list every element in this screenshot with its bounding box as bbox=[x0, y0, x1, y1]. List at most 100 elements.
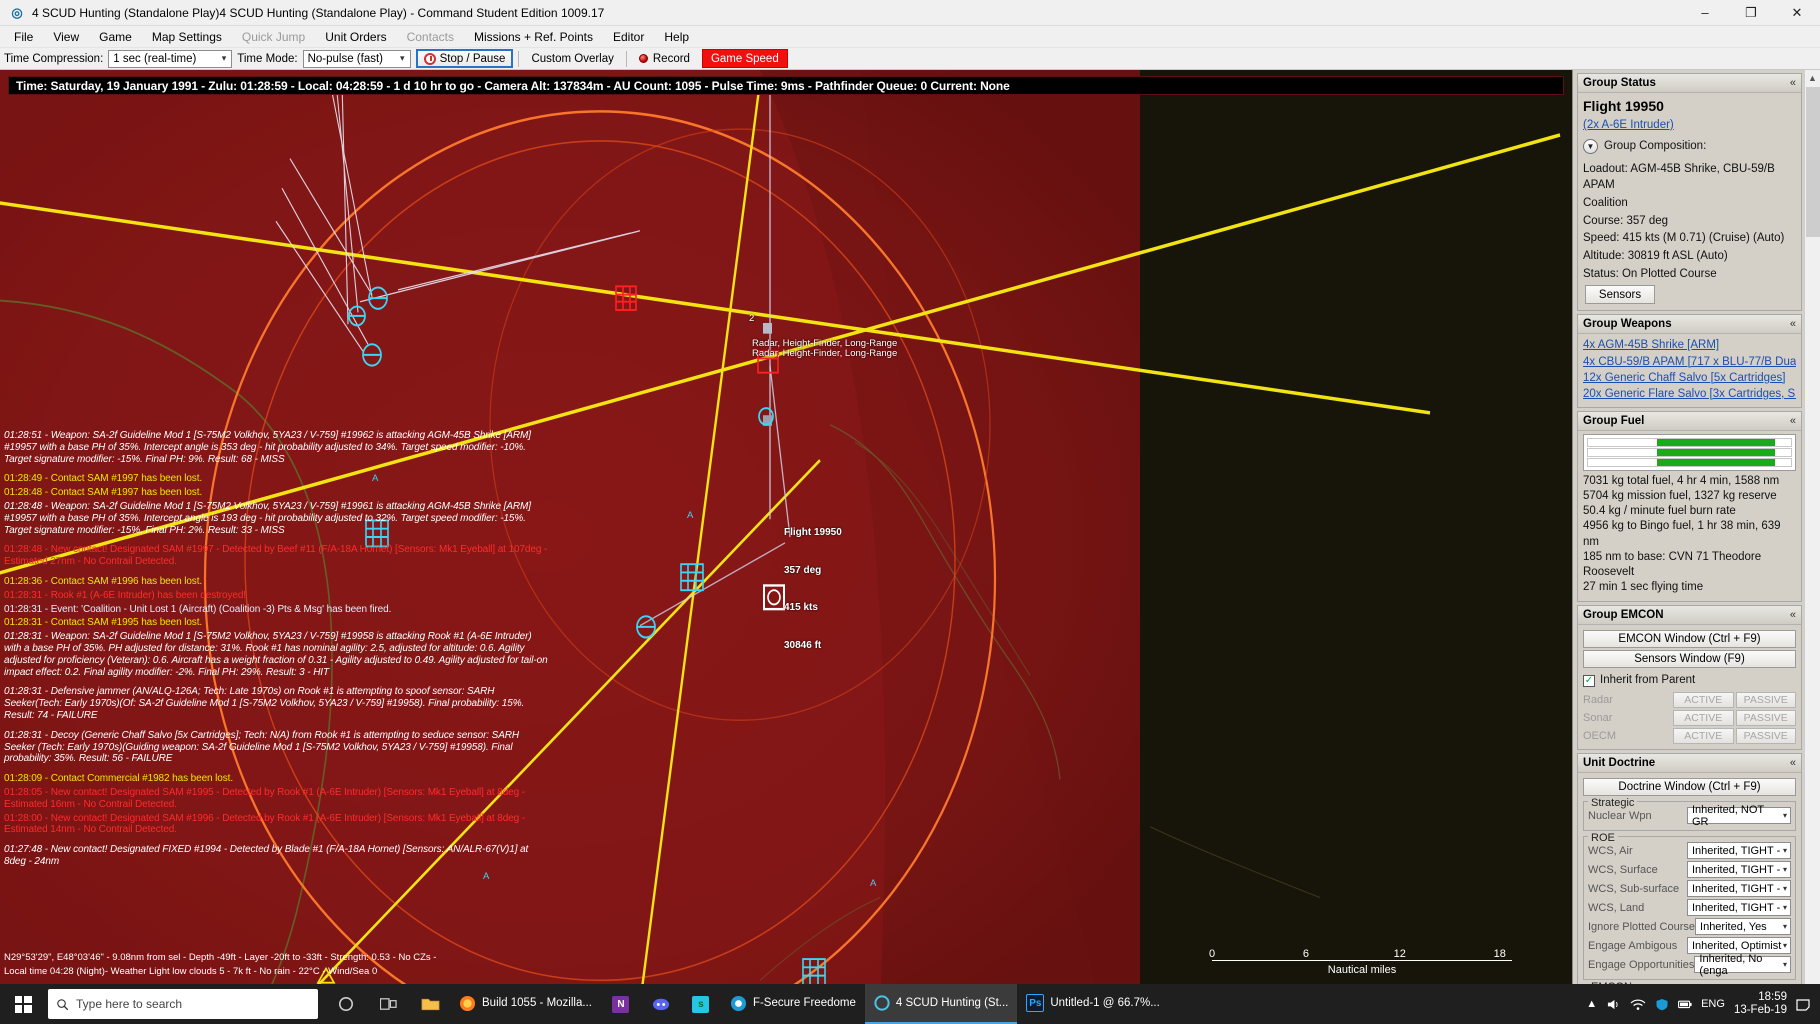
doctrine-select[interactable]: Inherited, No (enga ▾ bbox=[1694, 956, 1791, 973]
custom-overlay-label: Custom Overlay bbox=[531, 53, 613, 65]
emcon-sonar-active[interactable]: ACTIVE bbox=[1673, 710, 1734, 726]
group-composition-row[interactable]: ▼ Group Composition: bbox=[1583, 137, 1796, 156]
emcon-radar-active[interactable]: ACTIVE bbox=[1673, 692, 1734, 708]
tray-chevron-up-icon[interactable]: ▲ bbox=[1586, 998, 1597, 1010]
doctrine-select[interactable]: Inherited, Optimist ▾ bbox=[1687, 937, 1791, 954]
custom-overlay-button[interactable]: Custom Overlay bbox=[524, 49, 620, 68]
emcon-window-button[interactable]: EMCON Window (Ctrl + F9) bbox=[1583, 630, 1796, 648]
loadout-text: Loadout: AGM-45B Shrike, CBU-59/B APAM bbox=[1583, 161, 1796, 194]
inherit-checkbox[interactable]: ✓ bbox=[1583, 675, 1595, 687]
menu-item-missions-ref-points[interactable]: Missions + Ref. Points bbox=[464, 27, 603, 47]
group-fuel-header[interactable]: Group Fuel « bbox=[1578, 412, 1801, 431]
volume-icon[interactable] bbox=[1606, 998, 1621, 1011]
fuel-line: 7031 kg total fuel, 4 hr 4 min, 1588 nm bbox=[1583, 474, 1796, 489]
menu-item-file[interactable]: File bbox=[4, 27, 43, 47]
network-icon[interactable] bbox=[1630, 998, 1646, 1011]
taskbar-item-explorer[interactable] bbox=[410, 984, 450, 1024]
doctrine-row-engage-opportunities[interactable]: Engage Opportunities Inherited, No (enga… bbox=[1588, 956, 1791, 974]
doctrine-row-ignore-plotted-course[interactable]: Ignore Plotted Course Inherited, Yes ▾ bbox=[1588, 918, 1791, 936]
tray-language[interactable]: ENG bbox=[1701, 998, 1725, 1010]
scrollbar-thumb[interactable] bbox=[1806, 87, 1820, 237]
sensors-button[interactable]: Sensors bbox=[1585, 285, 1655, 304]
doctrine-row-wcs-surface[interactable]: WCS, Surface Inherited, TIGHT - ▾ bbox=[1588, 861, 1791, 879]
unit-doctrine-header[interactable]: Unit Doctrine « bbox=[1578, 754, 1801, 773]
collapse-chevron-icon[interactable]: « bbox=[1790, 609, 1796, 621]
taskbar-item-command[interactable]: 4 SCUD Hunting (St... bbox=[865, 984, 1017, 1024]
status-text: Status: On Plotted Course bbox=[1583, 266, 1796, 283]
time-compression-select[interactable]: 1 sec (real-time) ▾ bbox=[108, 50, 232, 68]
collapse-chevron-icon[interactable]: « bbox=[1790, 77, 1796, 89]
doctrine-value: Inherited, TIGHT - bbox=[1692, 845, 1780, 857]
chevron-down-icon: ▾ bbox=[1783, 846, 1790, 855]
weapon-item[interactable]: 4x CBU-59/B APAM [717 x BLU-77/B Dual-Pu… bbox=[1583, 354, 1796, 370]
stop-pause-button[interactable]: Stop / Pause bbox=[416, 49, 514, 68]
emcon-oecm-passive[interactable]: PASSIVE bbox=[1736, 728, 1797, 744]
emcon-grid: Radar ACTIVE PASSIVE Sonar ACTIVE PASSIV… bbox=[1583, 692, 1796, 744]
vpn-shield-icon[interactable] bbox=[1655, 998, 1669, 1011]
coords-line-1: N29°53'29", E48°03'46" - 9.08nm from sel… bbox=[4, 951, 436, 964]
chevron-down-icon: ▾ bbox=[397, 53, 408, 64]
menu-item-game[interactable]: Game bbox=[89, 27, 142, 47]
tactical-map[interactable]: Time: Saturday, 19 January 1991 - Zulu: … bbox=[0, 70, 1572, 1004]
scroll-up-icon[interactable]: ▲ bbox=[1805, 70, 1820, 86]
collapse-chevron-icon[interactable]: « bbox=[1790, 318, 1796, 330]
game-speed-button[interactable]: Game Speed bbox=[702, 49, 788, 68]
weapon-item[interactable]: 4x AGM-45B Shrike [ARM] bbox=[1583, 337, 1796, 353]
taskbar-search-box[interactable]: Type here to search bbox=[48, 989, 318, 1019]
taskbar-item-photoshop[interactable]: Ps Untitled-1 @ 66.7%... bbox=[1017, 984, 1168, 1024]
fieldset-roe: ROE WCS, Air Inherited, TIGHT - ▾ WCS, S… bbox=[1583, 836, 1796, 980]
map-label-marker-a2: A bbox=[687, 510, 693, 522]
weapon-item[interactable]: 12x Generic Chaff Salvo [5x Cartridges] bbox=[1583, 370, 1796, 386]
emcon-sonar-passive[interactable]: PASSIVE bbox=[1736, 710, 1797, 726]
menu-item-help[interactable]: Help bbox=[654, 27, 699, 47]
doctrine-select[interactable]: Inherited, TIGHT - ▾ bbox=[1687, 899, 1791, 916]
group-composition-link[interactable]: (2x A-6E Intruder) bbox=[1583, 117, 1796, 133]
battery-icon[interactable] bbox=[1678, 998, 1692, 1011]
sensors-window-button[interactable]: Sensors Window (F9) bbox=[1583, 650, 1796, 668]
doctrine-row-wcs-sub-surface[interactable]: WCS, Sub-surface Inherited, TIGHT - ▾ bbox=[1588, 880, 1791, 898]
weapon-item[interactable]: 20x Generic Flare Salvo [3x Cartridges, … bbox=[1583, 386, 1796, 402]
taskbar-item-discord[interactable] bbox=[641, 984, 681, 1024]
doctrine-row-nuclear-wpn[interactable]: Nuclear Wpn Inherited, NOT GR ▾ bbox=[1588, 807, 1791, 825]
maximize-button[interactable]: ❐ bbox=[1728, 0, 1774, 26]
menu-item-editor[interactable]: Editor bbox=[603, 27, 654, 47]
start-button[interactable] bbox=[0, 984, 46, 1024]
group-weapons-header[interactable]: Group Weapons « bbox=[1578, 315, 1801, 334]
collapse-chevron-icon[interactable]: « bbox=[1790, 415, 1796, 427]
doctrine-row-wcs-land[interactable]: WCS, Land Inherited, TIGHT - ▾ bbox=[1588, 899, 1791, 917]
doctrine-select[interactable]: Inherited, TIGHT - ▾ bbox=[1687, 880, 1791, 897]
emcon-oecm-active[interactable]: ACTIVE bbox=[1673, 728, 1734, 744]
taskbar-item-s-app[interactable]: s bbox=[681, 984, 721, 1024]
taskbar-item-firefox[interactable]: Build 1055 - Mozilla... bbox=[450, 984, 601, 1024]
task-view-icon[interactable] bbox=[368, 984, 408, 1024]
notification-icon[interactable] bbox=[1796, 997, 1810, 1011]
group-emcon-header[interactable]: Group EMCON « bbox=[1578, 606, 1801, 625]
tray-clock[interactable]: 18:59 13-Feb-19 bbox=[1734, 991, 1787, 1017]
doctrine-select[interactable]: Inherited, TIGHT - ▾ bbox=[1687, 842, 1791, 859]
log-entry: 01:28:09 - Contact Commercial #1982 has … bbox=[4, 773, 549, 785]
taskbar-item-fsecure[interactable]: F-Secure Freedome bbox=[721, 984, 865, 1024]
doctrine-select[interactable]: Inherited, NOT GR ▾ bbox=[1687, 807, 1791, 824]
doctrine-select[interactable]: Inherited, TIGHT - ▾ bbox=[1687, 861, 1791, 878]
chevron-down-icon[interactable]: ▼ bbox=[1583, 139, 1598, 154]
inherit-from-parent-row[interactable]: ✓ Inherit from Parent bbox=[1583, 671, 1796, 690]
menu-item-unit-orders[interactable]: Unit Orders bbox=[315, 27, 396, 47]
menu-item-map-settings[interactable]: Map Settings bbox=[142, 27, 232, 47]
record-button[interactable]: Record bbox=[632, 49, 697, 68]
emcon-radar-passive[interactable]: PASSIVE bbox=[1736, 692, 1797, 708]
time-mode-select[interactable]: No-pulse (fast) ▾ bbox=[303, 50, 411, 68]
menu-item-view[interactable]: View bbox=[43, 27, 89, 47]
doctrine-row-wcs-air[interactable]: WCS, Air Inherited, TIGHT - ▾ bbox=[1588, 842, 1791, 860]
doctrine-select[interactable]: Inherited, Yes ▾ bbox=[1695, 918, 1791, 935]
group-status-header[interactable]: Group Status « bbox=[1578, 74, 1801, 93]
close-button[interactable]: ✕ bbox=[1774, 0, 1820, 26]
doctrine-window-button[interactable]: Doctrine Window (Ctrl + F9) bbox=[1583, 778, 1796, 796]
fuel-bars bbox=[1583, 434, 1796, 471]
minimize-button[interactable]: – bbox=[1682, 0, 1728, 26]
collapse-chevron-icon[interactable]: « bbox=[1790, 757, 1796, 769]
sidebar-scrollbar[interactable]: ▲ ▼ bbox=[1804, 70, 1820, 1004]
cursor-coordinates: N29°53'29", E48°03'46" - 9.08nm from sel… bbox=[4, 951, 436, 978]
cortana-icon[interactable] bbox=[326, 984, 366, 1024]
event-log[interactable]: 01:28:51 - Weapon: SA-2f Guideline Mod 1… bbox=[4, 430, 549, 870]
taskbar-item-onenote[interactable]: N bbox=[601, 984, 641, 1024]
